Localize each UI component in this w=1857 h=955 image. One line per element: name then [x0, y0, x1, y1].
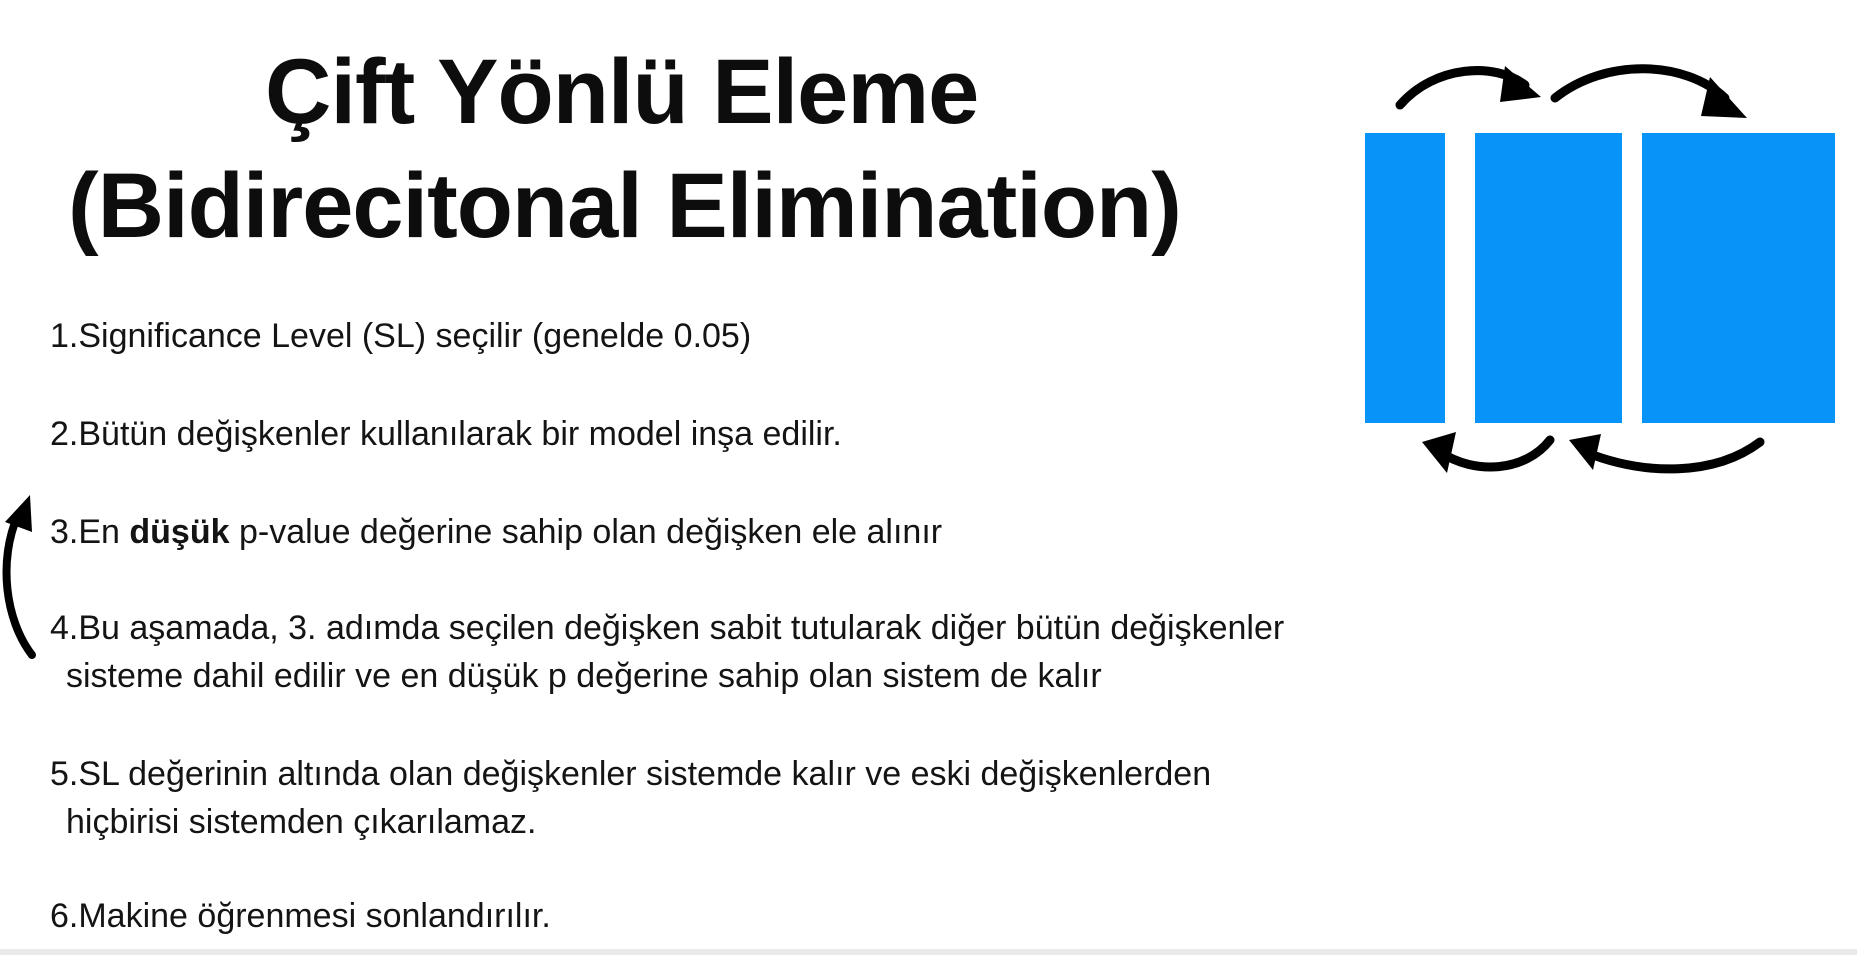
step-1: 1.Significance Level (SL) seçilir (genel… [50, 312, 751, 360]
step-6-text: 6.Makine öğrenmesi sonlandırılır. [50, 897, 551, 935]
step-2: 2.Bütün değişkenler kullanılarak bir mod… [50, 410, 842, 458]
bidirectional-blocks-diagram [1365, 64, 1835, 474]
step-3-suffix: p-value değerine sahip olan değişken ele… [229, 513, 943, 551]
step-4-line-1: 4.Bu aşamada, 3. adımda seçilen değişken… [50, 609, 1285, 647]
step-5-line-2: hiçbirisi sistemden çıkarılamaz. [66, 803, 537, 841]
step-1-text: 1.Significance Level (SL) seçilir (genel… [50, 317, 752, 355]
top-arrow-right-icon [1550, 64, 1747, 118]
title-line-1: Çift Yönlü Eleme [265, 41, 979, 143]
step-5: 5.SL değerinin altında olan değişkenler … [50, 750, 1211, 846]
loop-back-arrow-icon [2, 495, 36, 659]
block-middle [1475, 133, 1622, 423]
step-5-line-1: 5.SL değerinin altında olan değişkenler … [50, 755, 1212, 793]
step-3-bold-word: düşük [129, 513, 230, 551]
bottom-arrow-left-icon [1422, 432, 1555, 473]
step-4: 4.Bu aşamada, 3. adımda seçilen değişken… [50, 604, 1284, 700]
step-3: 3.En düşük p-value değerine sahip olan d… [50, 508, 942, 556]
step-6: 6.Makine öğrenmesi sonlandırılır. [50, 892, 551, 940]
block-left [1365, 133, 1445, 423]
bottom-divider [0, 949, 1857, 955]
bottom-arrow-right-icon [1569, 434, 1765, 474]
step-3-prefix: 3.En [50, 513, 130, 551]
step-2-text: 2.Bütün değişkenler kullanılarak bir mod… [50, 415, 842, 453]
block-right [1642, 133, 1835, 423]
step-4-line-2: sisteme dahil edilir ve en düşük p değer… [66, 657, 1102, 695]
top-arrow-left-icon [1395, 66, 1541, 110]
title-line-2: (Bidirecitonal Elimination) [68, 155, 1182, 257]
